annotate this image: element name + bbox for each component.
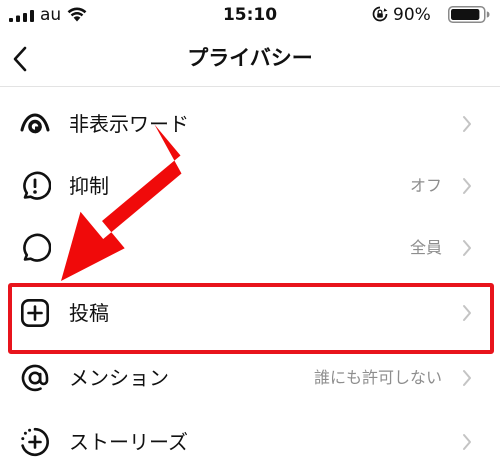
hidden-words-icon [19, 108, 51, 140]
row-label-posts: 投稿 [69, 301, 109, 325]
page-title: プライバシー [187, 46, 313, 70]
row-label-comments: コ [69, 236, 89, 260]
chevron-right-icon [463, 370, 471, 386]
comment-icon [19, 232, 51, 264]
orientation-lock-icon [372, 6, 388, 22]
chevron-right-icon [463, 116, 471, 132]
chevron-right-icon [463, 434, 471, 450]
row-value-comments: 全員 [409, 238, 442, 257]
row-label-hidden-words: 非表示ワード [69, 112, 189, 136]
row-restrict[interactable]: 抑制 オフ [0, 155, 500, 217]
restrict-icon [19, 170, 51, 202]
add-story-icon [19, 426, 51, 458]
row-hidden-words[interactable]: 非表示ワード [0, 93, 500, 155]
row-comments[interactable]: コ 全員 [0, 217, 500, 279]
row-label-stories: ストーリーズ [69, 430, 188, 454]
chevron-right-icon [463, 305, 471, 321]
row-posts[interactable]: 投稿 [0, 282, 500, 344]
mention-icon [19, 362, 51, 394]
settings-list: 非表示ワード 抑制 オフ コ 全員 投稿 メンション 誰にも許可しない ストーリ… [0, 93, 500, 472]
add-post-icon [19, 297, 51, 329]
status-bar: au 15:10 90% [0, 0, 500, 30]
row-stories[interactable]: ストーリーズ [0, 411, 500, 473]
row-value-restrict: オフ [409, 176, 442, 195]
chevron-right-icon [463, 178, 471, 194]
nav-bar: プライバシー [0, 30, 500, 87]
row-label-mentions: メンション [69, 366, 169, 390]
row-mentions[interactable]: メンション 誰にも許可しない [0, 347, 500, 409]
row-value-mentions: 誰にも許可しない [313, 368, 442, 387]
row-label-restrict: 抑制 [69, 174, 109, 198]
battery-icon [448, 6, 490, 23]
battery-percent: 90% [393, 5, 431, 25]
chevron-right-icon [463, 240, 471, 256]
